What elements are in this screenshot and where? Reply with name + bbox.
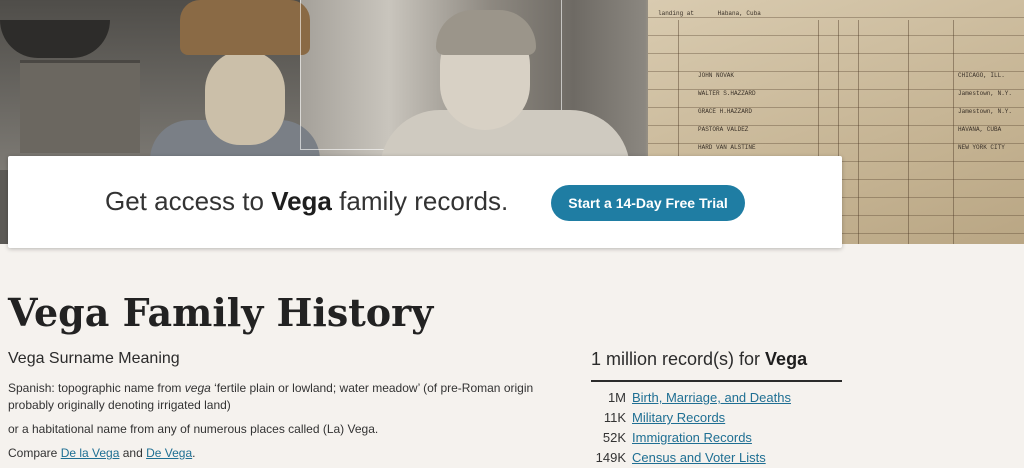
doc-column-line [953,20,954,244]
census-voter-lists-link[interactable]: Census and Voter Lists [632,450,766,465]
record-count: 11K [603,410,626,425]
doc-name: JOHN NOVAK [698,72,735,79]
page-title: Vega Family History [8,290,434,335]
doc-destination: HAVANA, CUBA [958,126,1002,133]
start-free-trial-button[interactable]: Start a 14-Day Free Trial [551,185,745,221]
immigration-records-link[interactable]: Immigration Records [632,430,752,445]
meaning-italic-term: vega [184,381,211,395]
banner-text-before: Get access to [105,186,272,216]
hero-boy-hair [436,10,536,55]
records-count-title: 1 million record(s) for Vega [591,349,807,370]
doc-landing-place: Habana, Cuba [717,10,761,17]
hero-crate-shape [20,60,140,153]
military-records-link[interactable]: Military Records [632,410,725,425]
record-category-row: 149K Census and Voter Lists [591,450,766,465]
records-divider [591,380,842,382]
doc-column-line [858,20,859,244]
compare-prefix: Compare [8,446,61,460]
record-category-row: 52K Immigration Records [591,430,752,445]
records-title-surname: Vega [765,349,808,369]
doc-name: WALTER S.HAZZARD [698,90,756,97]
records-title-text: 1 million record(s) for [591,349,766,369]
hero-man-hat [180,0,310,55]
banner-text-after: family records. [331,186,509,216]
meaning-text: Spanish: topographic name from [8,381,185,395]
record-count: 1M [607,390,626,405]
doc-destination: Jamestown, N.Y. [958,90,1013,97]
doc-destination: Jamestown, N.Y. [958,108,1013,115]
de-la-vega-link[interactable]: De la Vega [61,446,120,460]
doc-destination: CHICAGO, ILL. [958,72,1005,79]
meaning-paragraph-2: or a habitational name from any of numer… [8,422,379,436]
doc-landing-row: landing at Habana, Cuba [658,10,761,17]
banner-surname: Vega [271,186,332,216]
record-category-row: 1M Birth, Marriage, and Deaths [591,390,791,405]
doc-name: GRACE H.HAZZARD [698,108,753,115]
doc-landing-label: landing at [658,10,695,17]
meaning-paragraph-1: Spanish: topographic name from vega ‘fer… [8,380,548,414]
access-banner: Get access to Vega family records. Start… [8,156,842,248]
doc-destination: NEW YORK CITY [958,144,1005,151]
hero-man-face [205,50,285,145]
compare-suffix: . [192,446,196,460]
doc-name: HARD VAN ALSTINE [698,144,756,151]
surname-meaning-heading: Vega Surname Meaning [8,350,180,367]
birth-marriage-deaths-link[interactable]: Birth, Marriage, and Deaths [632,390,791,405]
record-category-row: 11K Military Records [591,410,725,425]
doc-name: PASTORA VALDEZ [698,126,749,133]
record-count: 149K [595,450,626,465]
de-vega-link[interactable]: De Vega [146,446,192,460]
record-count: 52K [602,430,626,445]
banner-text: Get access to Vega family records. [105,186,508,217]
compare-and: and [119,446,147,460]
doc-column-line [908,20,909,244]
compare-line: Compare De la Vega and De Vega. [8,445,548,462]
